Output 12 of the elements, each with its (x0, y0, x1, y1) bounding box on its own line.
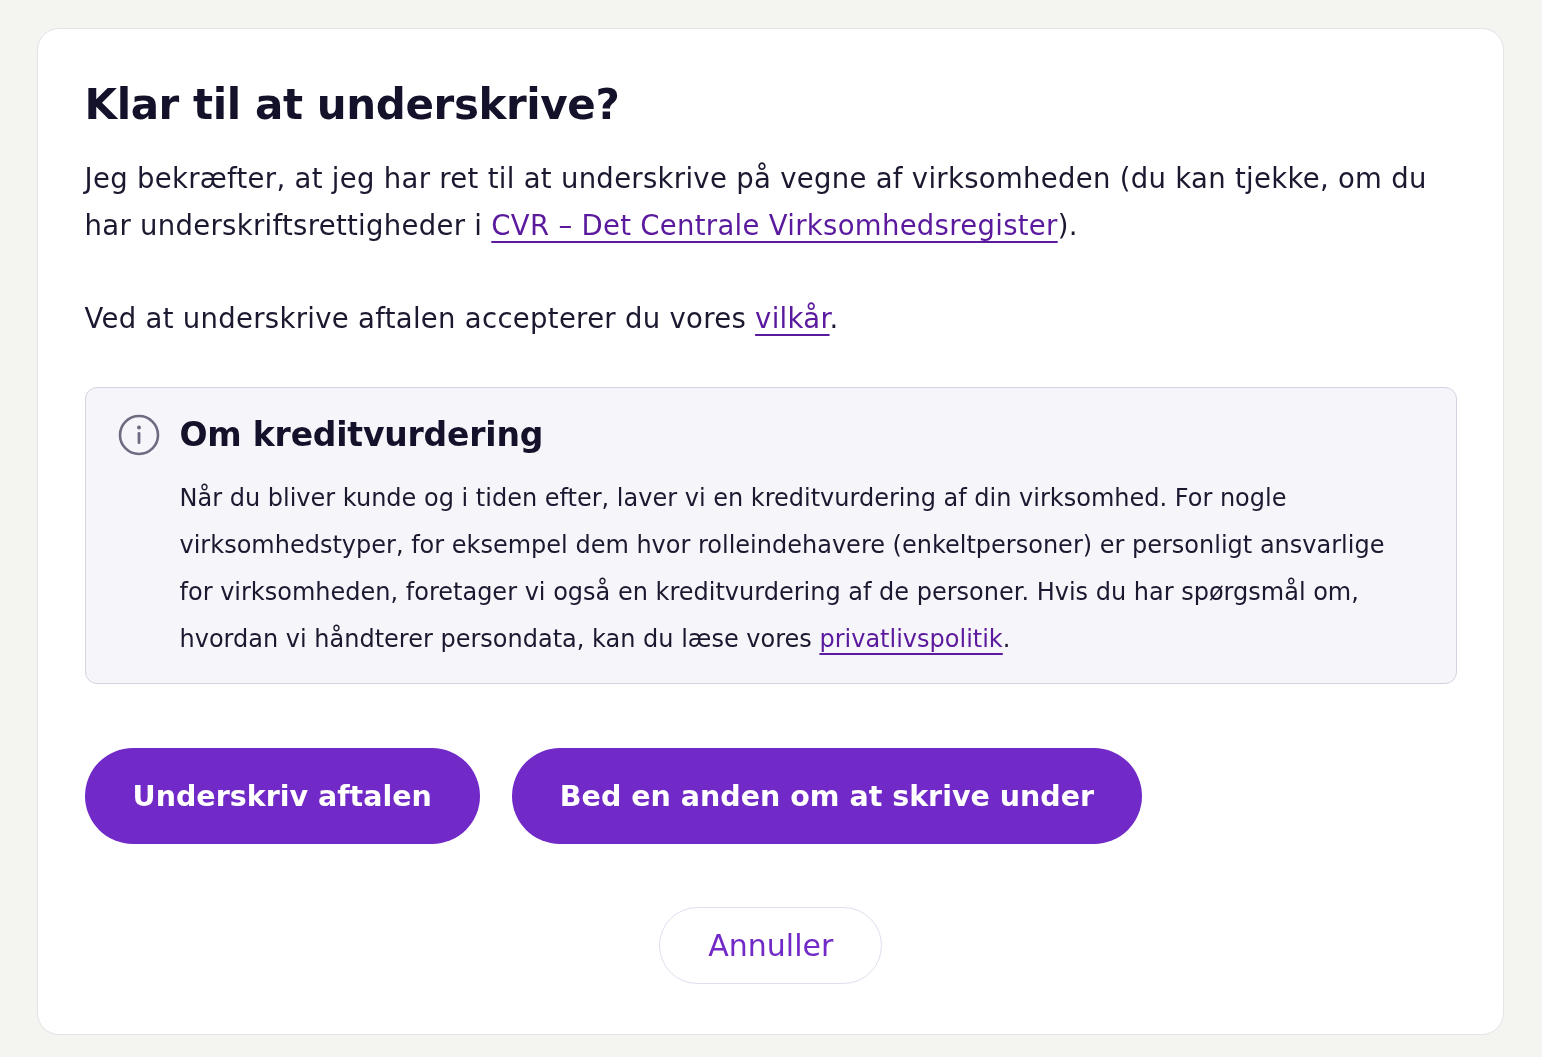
paragraph: Jeg bekræfter, at jeg har ret til at underskrive på vegne af virksomheden (du kan tjekke, om du har underskriftsrettigheder i CVR – Det Centrale Virksomhedsregister). (84, 160, 1428, 243)
text-link[interactable]: privatlivspolitik (819, 625, 1003, 653)
dialog-title: Klar til at underskrive? (84, 78, 621, 131)
paragraph: Ved at underskrive aftalen accepterer du vores vilkår. (84, 300, 840, 336)
primary-button[interactable]: Bed en anden om at skrive under (511, 748, 1143, 844)
cancel-button[interactable]: Annuller (659, 907, 883, 984)
text-link[interactable]: CVR – Det Centrale Virksomhedsregister (491, 208, 1058, 241)
primary-button[interactable]: Underskriv aftalen (84, 748, 480, 844)
info-icon (117, 413, 160, 456)
info-title: Om kreditvurdering (179, 413, 545, 456)
info-text: Når du bliver kunde og i tiden efter, laver vi en kreditvurdering af din virksomhed. For nogle virksomhedstyper, for eksempel dem hvor rolleindehavere (enkeltpersoner) er personligt ansvarlige for virksomheden, foretager vi også en kreditvurdering af de personer. Hvis du har spørgsmål om, hvordan vi håndterer persondata, kan du læse vores privatlivspolitik. (179, 482, 1386, 655)
text-link[interactable]: vilkår (755, 301, 830, 334)
